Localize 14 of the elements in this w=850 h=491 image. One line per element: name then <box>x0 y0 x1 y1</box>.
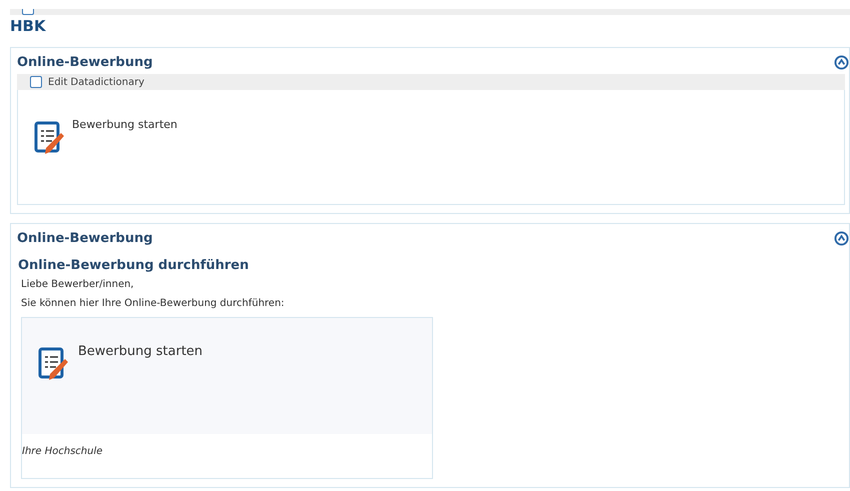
panel-heading: Online-Bewerbung <box>17 230 153 246</box>
form-pencil-icon <box>38 347 68 381</box>
page-title: HBK <box>10 17 47 35</box>
paragraph: Liebe Bewerber/innen, <box>21 279 135 290</box>
section-heading: Online-Bewerbung durchführen <box>18 258 250 273</box>
form-pencil-icon <box>34 121 64 155</box>
panel-heading: Online-Bewerbung <box>17 54 153 70</box>
edit-datadictionary-checkbox[interactable]: Edit Datadictionary <box>30 76 144 88</box>
start-application-link[interactable]: Bewerbung starten <box>78 344 203 359</box>
collapse-icon[interactable] <box>834 54 849 70</box>
signature-text: Ihre Hochschule <box>22 446 104 457</box>
collapse-icon[interactable] <box>834 230 849 246</box>
start-application-link[interactable]: Bewerbung starten <box>72 118 178 131</box>
paragraph: Sie können hier Ihre Online-Bewerbung durchführen: <box>21 298 286 309</box>
